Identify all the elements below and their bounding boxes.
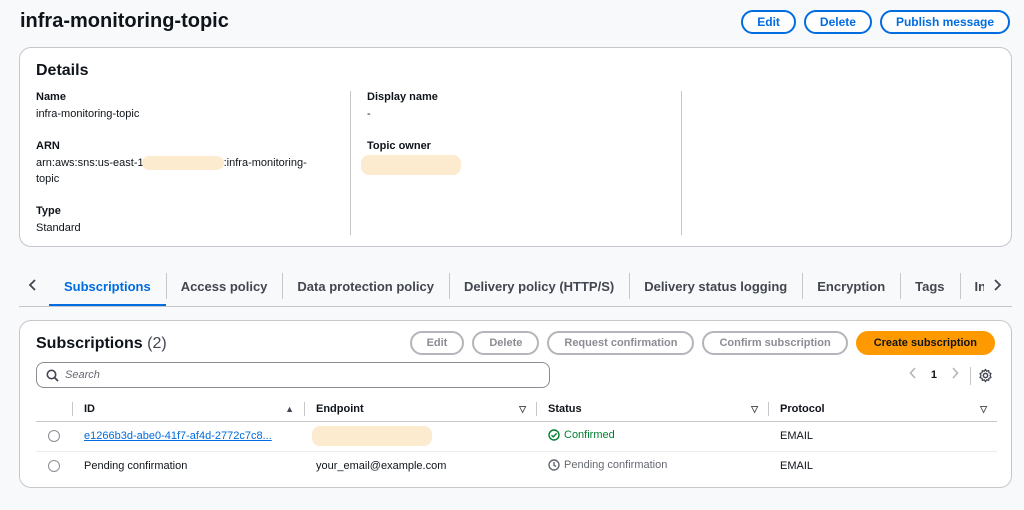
column-label-endpoint: Endpoint (316, 402, 364, 415)
type-label: Type (36, 205, 61, 217)
status-pending: Pending confirmation (548, 459, 667, 471)
column-divider (681, 91, 682, 235)
search-box (36, 362, 550, 388)
status-confirmed: Confirmed (548, 429, 615, 441)
endpoint-cell: your_email@example.com (316, 460, 447, 473)
column-header-protocol[interactable]: Protocol ▽ (768, 397, 997, 422)
publish-message-button[interactable]: Publish message (879, 10, 1010, 34)
arn-suffix-2: topic (36, 173, 60, 185)
sort-icon[interactable]: ▽ (980, 404, 987, 415)
subscriptions-actions: Edit Delete Request confirmation Confirm… (409, 331, 995, 355)
topic-owner-label: Topic owner (367, 140, 431, 152)
endpoint-cell (304, 421, 536, 452)
details-panel: Details Name infra-monitoring-topic ARN … (19, 47, 1012, 247)
subscriptions-table: ID ▲ Endpoint ▽ Status ▽ Protocol ▽ e126… (36, 397, 997, 481)
subscriptions-panel: Subscriptions (2) Edit Delete Request co… (19, 320, 1012, 488)
edit-subscription-button[interactable]: Edit (409, 331, 465, 355)
subscriptions-title: Subscriptions (36, 335, 143, 352)
details-column-1: Name infra-monitoring-topic ARN arn:aws:… (36, 91, 336, 250)
topic-page: infra-monitoring-topic Edit Delete Publi… (0, 0, 1024, 510)
tab-data-protection-policy[interactable]: Data protection policy (282, 265, 449, 307)
id-cell: e1266b3d-abe0-41f7-af4d-2772c7c8... (72, 421, 304, 452)
create-subscription-button[interactable]: Create subscription (855, 331, 995, 355)
column-divider (350, 91, 351, 235)
column-header-endpoint[interactable]: Endpoint ▽ (304, 397, 536, 422)
delete-button[interactable]: Delete (803, 10, 872, 34)
table-row[interactable]: e1266b3d-abe0-41f7-af4d-2772c7c8... Conf… (36, 421, 997, 452)
page-title: infra-monitoring-topic (20, 10, 229, 32)
current-page-number[interactable]: 1 (931, 369, 937, 381)
sort-ascending-icon[interactable]: ▲ (285, 404, 294, 414)
clock-icon (548, 459, 560, 471)
endpoint-redacted (312, 426, 432, 446)
edit-button[interactable]: Edit (741, 10, 796, 34)
status-text: Pending confirmation (564, 458, 668, 471)
column-label-protocol: Protocol (780, 402, 825, 415)
name-label: Name (36, 91, 66, 103)
arn-suffix: :infra-monitoring- (223, 157, 307, 169)
arn-redacted-account (141, 156, 224, 171)
tabs-scroll-left-icon[interactable] (23, 273, 43, 297)
table-row[interactable]: Pending confirmation your_email@example.… (36, 451, 997, 481)
protocol-cell: EMAIL (780, 460, 814, 473)
search-input[interactable] (65, 369, 549, 381)
pagination: 1 (909, 367, 959, 382)
type-value: Standard (36, 222, 81, 234)
column-header-status[interactable]: Status ▽ (536, 397, 768, 422)
id-cell: Pending confirmation (84, 460, 188, 473)
request-confirmation-button[interactable]: Request confirmation (547, 331, 695, 355)
status-text: Confirmed (564, 428, 615, 441)
sort-icon[interactable]: ▽ (519, 404, 526, 415)
protocol-cell: EMAIL (768, 421, 997, 452)
tabs-scroll-right-icon[interactable] (987, 273, 1007, 297)
check-circle-icon (548, 428, 560, 441)
subscriptions-heading: Subscriptions (2) (36, 335, 167, 353)
header-actions: Edit Delete Publish message (741, 10, 1010, 34)
arn-value: arn:aws:sns:us-east-1 :infra-monitoring-t… (36, 155, 326, 187)
column-label-status: Status (548, 402, 582, 415)
tabs-divider (19, 306, 1012, 307)
search-icon (46, 369, 59, 382)
select-column-header (36, 397, 72, 422)
tab-integrations[interactable]: Integrations (959, 265, 984, 307)
arn-prefix: arn:aws:sns:us-east-1 (36, 157, 144, 169)
row-radio-button[interactable] (48, 430, 60, 443)
details-heading: Details (36, 62, 89, 79)
next-page-icon[interactable] (951, 367, 959, 382)
pagination-divider (970, 367, 971, 385)
tab-delivery-status-logging[interactable]: Delivery status logging (629, 265, 802, 307)
subscriptions-count: (2) (147, 335, 167, 352)
name-value: infra-monitoring-topic (36, 108, 140, 120)
row-radio-button[interactable] (48, 460, 60, 473)
display-name-label: Display name (367, 91, 438, 103)
row-select-cell (36, 451, 72, 481)
arn-label: ARN (36, 140, 60, 152)
tab-subscriptions[interactable]: Subscriptions (49, 265, 166, 307)
tab-strip: Subscriptions Access policy Data protect… (49, 265, 984, 307)
column-header-id[interactable]: ID ▲ (72, 397, 304, 422)
delete-subscription-button[interactable]: Delete (472, 331, 540, 355)
tab-bar: Subscriptions Access policy Data protect… (19, 265, 1012, 307)
status-cell: Confirmed (536, 421, 768, 452)
sort-icon[interactable]: ▽ (751, 404, 758, 415)
display-name-value: - (367, 108, 371, 120)
gear-icon[interactable] (978, 368, 993, 383)
topic-owner-value (361, 155, 667, 175)
tab-delivery-policy[interactable]: Delivery policy (HTTP/S) (448, 265, 629, 307)
subscription-id-link[interactable]: e1266b3d-abe0-41f7-af4d-2772c7c8... (84, 430, 272, 442)
topic-owner-redacted (361, 155, 461, 175)
confirm-subscription-button[interactable]: Confirm subscription (702, 331, 848, 355)
row-select-cell (36, 421, 72, 452)
column-label-id: ID (84, 402, 95, 415)
tab-tags[interactable]: Tags (900, 265, 959, 307)
tab-encryption[interactable]: Encryption (802, 265, 900, 307)
status-cell: Pending confirmation (536, 451, 768, 481)
tab-access-policy[interactable]: Access policy (165, 265, 283, 307)
previous-page-icon[interactable] (909, 367, 917, 382)
details-column-2: Display name - Topic owner (361, 91, 667, 189)
